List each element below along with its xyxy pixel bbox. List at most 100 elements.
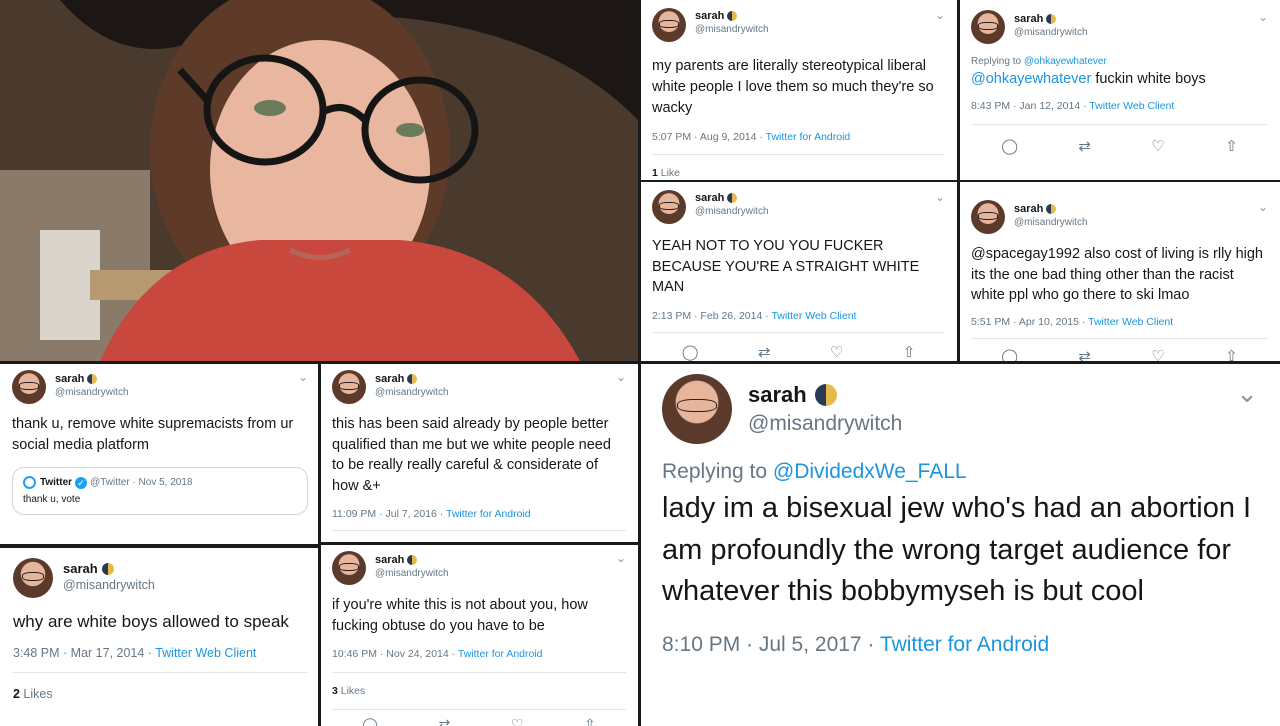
user-handle[interactable]: @misandrywitch bbox=[1014, 217, 1088, 228]
tweet-card[interactable]: sarah @misandrywitch ⌄ if you're white t… bbox=[321, 545, 638, 726]
user-handle[interactable]: @misandrywitch bbox=[748, 412, 902, 436]
avatar[interactable] bbox=[13, 558, 53, 598]
moon-emoji-icon bbox=[727, 11, 738, 21]
avatar[interactable] bbox=[971, 200, 1005, 234]
avatar[interactable] bbox=[12, 370, 46, 404]
display-name[interactable]: sarah bbox=[375, 373, 404, 385]
moon-emoji-icon bbox=[727, 193, 738, 203]
tweet-text: @ohkayewhatever fuckin white boys bbox=[971, 71, 1206, 87]
avatar[interactable] bbox=[332, 370, 366, 404]
moon-emoji-icon bbox=[407, 555, 418, 565]
user-handle[interactable]: @misandrywitch bbox=[1014, 27, 1088, 38]
quoted-tweet[interactable]: Twitter ✓ @Twitter · Nov 5, 2018 thank u, … bbox=[12, 467, 308, 515]
tweet-text: why are white boys allowed to speak bbox=[13, 612, 289, 631]
retweet-icon[interactable]: ⇄ bbox=[1078, 137, 1091, 155]
tweet-timestamp: 11:09 PM · Jul 7, 2016 · Twitter for And… bbox=[332, 508, 626, 520]
tweet-source-link[interactable]: Twitter Web Client bbox=[771, 310, 856, 322]
user-handle[interactable]: @misandrywitch bbox=[375, 387, 449, 398]
tweet-source-link[interactable]: Twitter for Android bbox=[880, 633, 1049, 656]
replying-to: Replying to @DividedxWe_FALL bbox=[662, 460, 967, 483]
share-icon[interactable]: ⇧ bbox=[1225, 137, 1238, 155]
tweet-card[interactable]: sarah @misandrywitch ⌄ @spacegay1992 als… bbox=[960, 182, 1280, 361]
tweet-card[interactable]: sarah @misandrywitch ⌄ thank u, remove w… bbox=[0, 364, 318, 544]
tweet-card[interactable]: sarah @misandrywitch ⌄ this has been sai… bbox=[321, 364, 638, 542]
user-handle[interactable]: @misandrywitch bbox=[695, 206, 769, 217]
reply-mention-link[interactable]: @DividedxWe_FALL bbox=[773, 460, 967, 483]
display-name[interactable]: sarah bbox=[1014, 203, 1043, 215]
share-icon[interactable]: ⇧ bbox=[903, 343, 916, 361]
tweet-card[interactable]: sarah @misandrywitch why are white boys … bbox=[0, 548, 318, 726]
share-icon[interactable]: ⇧ bbox=[1225, 347, 1238, 362]
tweet-text: this has been said already by people bet… bbox=[332, 416, 611, 494]
display-name[interactable]: sarah bbox=[1014, 13, 1043, 25]
tweet-source-link[interactable]: Twitter Web Client bbox=[1089, 100, 1174, 112]
like-icon[interactable]: ♡ bbox=[830, 343, 843, 361]
like-icon[interactable]: ♡ bbox=[511, 716, 524, 726]
retweet-icon[interactable]: ⇄ bbox=[1078, 347, 1091, 362]
like-count[interactable]: 1 Like bbox=[652, 167, 945, 179]
tweet-source-link[interactable]: Twitter for Android bbox=[446, 508, 531, 520]
mention-link[interactable]: @ohkayewhatever bbox=[971, 71, 1091, 87]
retweet-icon[interactable]: ⇄ bbox=[758, 343, 771, 361]
display-name[interactable]: sarah bbox=[748, 382, 807, 408]
chevron-down-icon[interactable]: ⌄ bbox=[1258, 10, 1268, 24]
timestamp: 11:09 PM · Jul 7, 2016 · bbox=[332, 508, 447, 520]
tweet-card[interactable]: sarah @misandrywitch ⌄ my parents are li… bbox=[641, 0, 957, 180]
display-name[interactable]: sarah bbox=[375, 554, 404, 566]
like-icon[interactable]: ♡ bbox=[1151, 347, 1164, 362]
tweet-text: YEAH NOT TO YOU YOU FUCKER BECAUSE YOU'R… bbox=[652, 238, 920, 295]
chevron-down-icon[interactable]: ⌄ bbox=[935, 190, 945, 204]
avatar[interactable] bbox=[971, 10, 1005, 44]
tweet-card[interactable]: sarah @misandrywitch ⌄ Replying to @Divi… bbox=[641, 364, 1280, 726]
chevron-down-icon[interactable]: ⌄ bbox=[1258, 200, 1268, 214]
tweet-text: thank u, remove white supremacists from … bbox=[12, 416, 294, 453]
chevron-down-icon[interactable]: ⌄ bbox=[298, 370, 308, 384]
tweet-source-link[interactable]: Twitter for Android bbox=[458, 648, 543, 660]
display-name[interactable]: sarah bbox=[63, 561, 98, 576]
tweet-source-link[interactable]: Twitter for Android bbox=[766, 131, 851, 143]
display-name[interactable]: sarah bbox=[55, 373, 84, 385]
avatar[interactable] bbox=[662, 374, 732, 444]
quote-author[interactable]: Twitter bbox=[40, 477, 72, 488]
timestamp: 2:13 PM · Feb 26, 2014 · bbox=[652, 309, 772, 322]
tweet-timestamp: 5:07 PM · Aug 9, 2014 · Twitter for Andr… bbox=[652, 131, 945, 143]
reply-icon[interactable]: ◯ bbox=[1001, 137, 1018, 155]
timestamp: 8:43 PM · Jan 12, 2014 · bbox=[971, 100, 1090, 112]
tweet-timestamp: 8:43 PM · Jan 12, 2014 · Twitter Web Cli… bbox=[971, 100, 1268, 112]
like-count[interactable]: 3 Likes bbox=[332, 685, 626, 697]
chevron-down-icon[interactable]: ⌄ bbox=[935, 8, 945, 22]
moon-emoji-icon bbox=[1046, 204, 1057, 214]
reply-icon[interactable]: ◯ bbox=[362, 716, 378, 726]
chevron-down-icon[interactable]: ⌄ bbox=[616, 370, 626, 384]
chevron-down-icon[interactable]: ⌄ bbox=[616, 551, 626, 565]
user-handle[interactable]: @misandrywitch bbox=[695, 24, 769, 35]
tweet-source-link[interactable]: Twitter Web Client bbox=[1088, 316, 1173, 328]
profile-photo bbox=[0, 0, 638, 361]
tweet-text: @spacegay1992 also cost of living is rll… bbox=[971, 246, 1263, 303]
avatar[interactable] bbox=[332, 551, 366, 585]
moon-emoji-icon bbox=[101, 562, 114, 575]
chevron-down-icon[interactable]: ⌄ bbox=[1236, 378, 1258, 409]
avatar[interactable] bbox=[652, 8, 686, 42]
like-count[interactable]: 2 Likes bbox=[13, 687, 308, 701]
avatar[interactable] bbox=[652, 190, 686, 224]
display-name[interactable]: sarah bbox=[695, 10, 724, 22]
reply-icon[interactable]: ◯ bbox=[682, 343, 699, 361]
moon-emoji-icon bbox=[407, 374, 418, 384]
user-handle[interactable]: @misandrywitch bbox=[375, 568, 449, 579]
timestamp: 8:10 PM · Jul 5, 2017 · bbox=[662, 632, 880, 656]
retweet-icon[interactable]: ⇄ bbox=[439, 716, 451, 726]
tweet-source-link[interactable]: Twitter Web Client bbox=[155, 646, 256, 660]
replying-to: Replying to @ohkayewhatever bbox=[971, 56, 1107, 67]
moon-emoji-icon bbox=[814, 384, 837, 406]
tweet-card[interactable]: sarah @misandrywitch ⌄ Replying to @ohka… bbox=[960, 0, 1280, 180]
reply-mention-link[interactable]: @ohkayewhatever bbox=[1024, 56, 1107, 67]
tweet-card[interactable]: sarah @misandrywitch ⌄ YEAH NOT TO YOU Y… bbox=[641, 182, 957, 361]
user-handle[interactable]: @misandrywitch bbox=[63, 578, 155, 592]
user-handle[interactable]: @misandrywitch bbox=[55, 387, 129, 398]
display-name[interactable]: sarah bbox=[695, 192, 724, 204]
like-icon[interactable]: ♡ bbox=[1151, 137, 1164, 155]
reply-icon[interactable]: ◯ bbox=[1001, 347, 1018, 362]
moon-emoji-icon bbox=[87, 374, 98, 384]
share-icon[interactable]: ⇧ bbox=[584, 716, 596, 726]
